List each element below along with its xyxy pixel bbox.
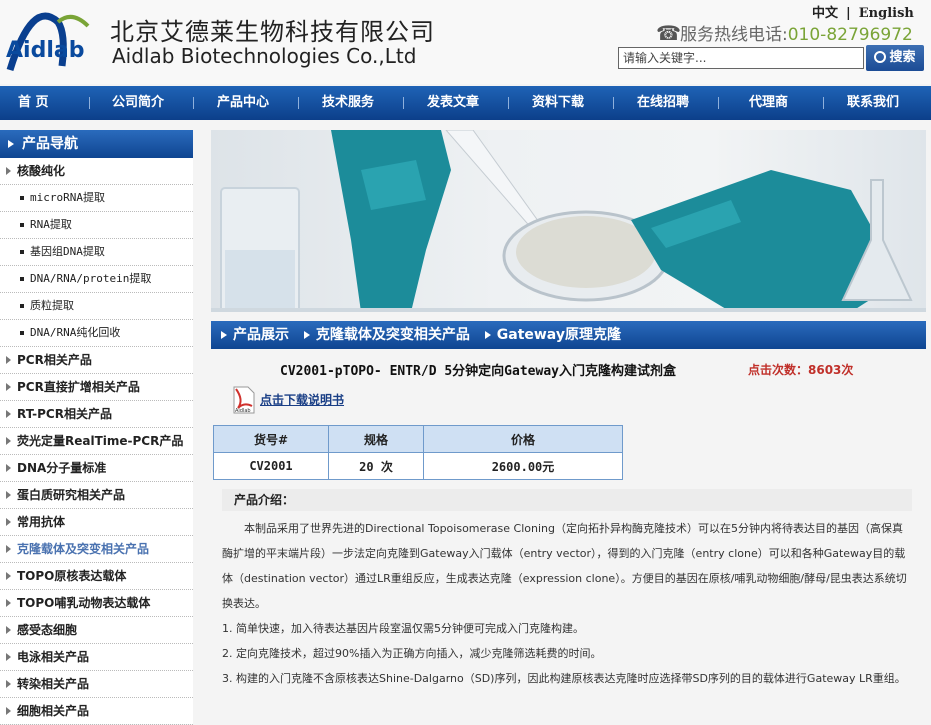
- nav-divider: [508, 97, 509, 109]
- lab-banner-image: [211, 130, 926, 312]
- company-name-en: Aidlab Biotechnologies Co.,Ltd: [112, 44, 417, 68]
- breadcrumb-arrow-icon: [303, 331, 310, 339]
- sidebar-item-genomic-dna[interactable]: 基因组DNA提取: [0, 239, 193, 266]
- sidebar-item-topo-mammalian[interactable]: TOPO哺乳动物表达载体: [0, 590, 193, 617]
- pdf-icon[interactable]: Aidlab: [232, 386, 256, 414]
- nav-home[interactable]: 首 页: [18, 86, 49, 120]
- nav-downloads[interactable]: 资料下载: [532, 86, 584, 120]
- breadcrumb-item[interactable]: Gateway原理克隆: [497, 327, 621, 343]
- sidebar-title: 产品导航: [0, 130, 193, 158]
- nav-divider: [613, 97, 614, 109]
- sidebar-item-rt-pcr[interactable]: RT-PCR相关产品: [0, 401, 193, 428]
- sidebar-item-cell[interactable]: 细胞相关产品: [0, 698, 193, 725]
- sidebar-item-purification[interactable]: DNA/RNA纯化回收: [0, 320, 193, 347]
- column-header: 价格: [423, 425, 623, 453]
- spec-table: 货号# 规格 价格 CV2001 20 次 2600.00元: [213, 425, 623, 480]
- telephone-icon: ☎: [656, 21, 681, 45]
- hotline: ☎服务热线电话:010-82796972: [656, 20, 913, 45]
- sidebar-item-transfection[interactable]: 转染相关产品: [0, 671, 193, 698]
- intro-heading: 产品介绍：: [222, 489, 912, 511]
- sidebar-item-competent-cells[interactable]: 感受态细胞: [0, 617, 193, 644]
- search-icon: [874, 51, 887, 63]
- breadcrumb-arrow-icon: [221, 331, 227, 339]
- breadcrumb-item[interactable]: 产品展示: [233, 327, 289, 343]
- site-header: Aidlab 北京艾德莱生物科技有限公司 Aidlab Biotechnolog…: [0, 0, 931, 84]
- nav-divider: [718, 97, 719, 109]
- sidebar-item-dna-rna-protein[interactable]: DNA/RNA/protein提取: [0, 266, 193, 293]
- nav-divider: [89, 97, 90, 109]
- nav-contact[interactable]: 联系我们: [847, 86, 899, 120]
- sidebar-item-direct-pcr[interactable]: PCR直接扩增相关产品: [0, 374, 193, 401]
- download-manual-link[interactable]: 点击下载说明书: [260, 391, 344, 408]
- breadcrumb: 产品展示 克隆载体及突变相关产品 Gateway原理克隆: [211, 321, 926, 349]
- column-header: 货号#: [213, 425, 329, 453]
- search-input[interactable]: 请输入关键字...: [618, 47, 864, 69]
- main-nav: 首 页 公司简介 产品中心 技术服务 发表文章 资料下载 在线招聘 代理商 联系…: [0, 86, 931, 120]
- feature-item: 2. 定向克隆技术，超过90%插入为正确方向插入，减少克隆筛选耗费的时间。: [222, 647, 602, 660]
- sidebar-item-dna-marker[interactable]: DNA分子量标准: [0, 455, 193, 482]
- sidebar-item-electrophoresis[interactable]: 电泳相关产品: [0, 644, 193, 671]
- nav-about[interactable]: 公司简介: [112, 86, 164, 120]
- sidebar-item-nucleic-acid[interactable]: 核酸纯化: [0, 158, 193, 185]
- lang-cn-link[interactable]: 中文: [812, 6, 838, 21]
- sidebar-item-cloning-vector[interactable]: 克隆载体及突变相关产品: [0, 536, 193, 563]
- nav-divider: [193, 97, 194, 109]
- nav-careers[interactable]: 在线招聘: [637, 86, 689, 120]
- nav-divider: [823, 97, 824, 109]
- nav-tech-service[interactable]: 技术服务: [322, 86, 374, 120]
- sidebar-item-microrna[interactable]: microRNA提取: [0, 185, 193, 212]
- search-button[interactable]: 搜索: [866, 45, 924, 71]
- breadcrumb-arrow-icon: [484, 331, 491, 339]
- lang-en-link[interactable]: English: [859, 6, 914, 21]
- lang-separator: |: [846, 6, 851, 21]
- table-cell: 2600.00元: [423, 452, 623, 480]
- logo-text: Aidlab: [6, 38, 85, 63]
- feature-item: 3. 构建的入门克隆不含原核表达Shine-Dalgarno（SD)序列，因此构…: [222, 672, 906, 685]
- nav-divider: [298, 97, 299, 109]
- hotline-label: 服务热线电话:: [680, 25, 788, 45]
- table-cell: CV2001: [213, 452, 329, 480]
- sidebar-item-plasmid[interactable]: 质粒提取: [0, 293, 193, 320]
- banner-illustration: [211, 130, 926, 312]
- search-button-label: 搜索: [889, 50, 916, 65]
- nav-publications[interactable]: 发表文章: [427, 86, 479, 120]
- sidebar-item-rna[interactable]: RNA提取: [0, 212, 193, 239]
- intro-paragraph: 本制品采用了世界先进的Directional Topoisomerase Clo…: [222, 522, 907, 610]
- language-switch: 中文 | English: [808, 2, 918, 21]
- sidebar-item-qpcr[interactable]: 荧光定量RealTime-PCR产品: [0, 428, 193, 455]
- nav-agents[interactable]: 代理商: [749, 86, 788, 120]
- column-header: 规格: [328, 425, 424, 453]
- hit-count: 点击次数：8603次: [748, 363, 854, 377]
- breadcrumb-item[interactable]: 克隆载体及突变相关产品: [316, 327, 470, 343]
- table-row: CV2001 20 次 2600.00元: [213, 452, 623, 480]
- sidebar-item-antibody[interactable]: 常用抗体: [0, 509, 193, 536]
- company-name-cn: 北京艾德莱生物科技有限公司: [110, 18, 435, 46]
- table-cell: 20 次: [328, 452, 424, 480]
- pdf-label: Aidlab: [235, 408, 251, 414]
- sidebar-item-pcr[interactable]: PCR相关产品: [0, 347, 193, 374]
- feature-item: 1. 简单快速，加入待表达基因片段室温仅需5分钟便可完成入门克隆构建。: [222, 622, 584, 635]
- sidebar-item-protein[interactable]: 蛋白质研究相关产品: [0, 482, 193, 509]
- product-title: CV2001-pTOPO- ENTR/D 5分钟定向Gateway入门克隆构建试…: [280, 364, 676, 379]
- nav-products[interactable]: 产品中心: [217, 86, 269, 120]
- sidebar-item-topo-prokaryotic[interactable]: TOPO原核表达载体: [0, 563, 193, 590]
- product-sidebar: 产品导航 核酸纯化 microRNA提取 RNA提取 基因组DNA提取 DNA/…: [0, 130, 193, 725]
- product-intro: 本制品采用了世界先进的Directional Topoisomerase Clo…: [222, 516, 912, 691]
- nav-divider: [403, 97, 404, 109]
- hotline-number: 010-82796972: [787, 25, 913, 45]
- table-header-row: 货号# 规格 价格: [213, 425, 623, 453]
